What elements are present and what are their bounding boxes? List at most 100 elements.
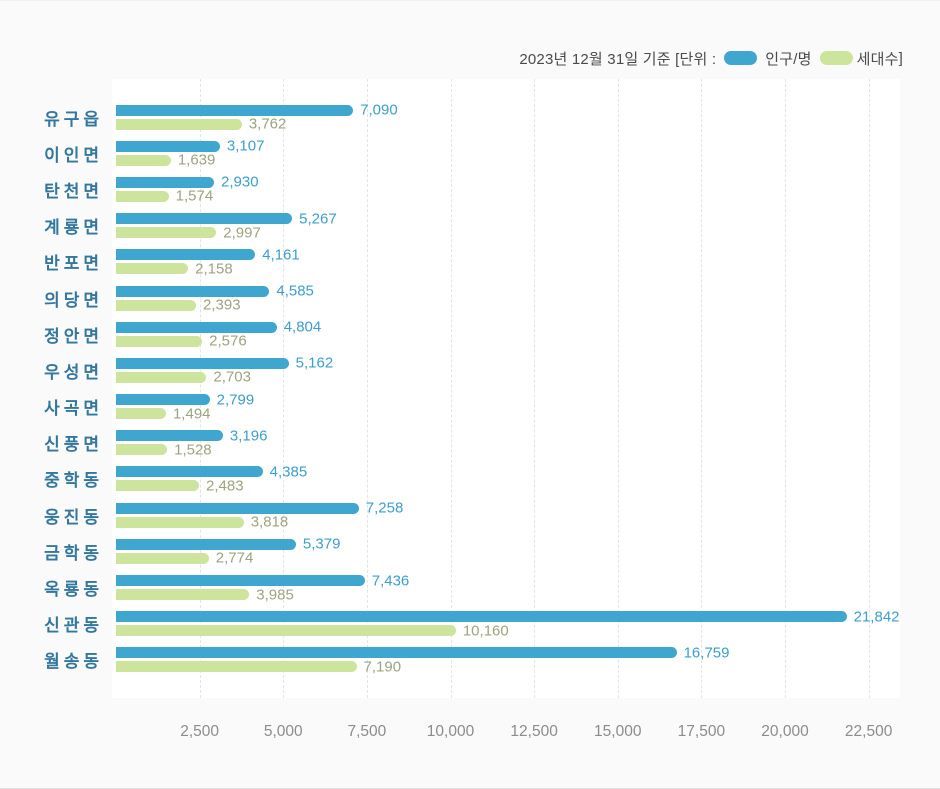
table-row: 21,842 10,160 [116,606,900,642]
households-bar[interactable]: 3,985 [116,589,249,600]
households-bar[interactable]: 2,997 [116,227,216,238]
category-label: 탄천면 [0,171,112,207]
population-bar[interactable]: 3,196 [116,430,223,441]
bar-rows: 7,0903,7623,1071,6392,9301,5745,2672,997… [116,99,900,678]
category-label: 웅진동 [0,497,112,533]
category-label: 우성면 [0,352,112,388]
households-bar[interactable]: 2,703 [116,372,206,383]
households-value: 2,483 [206,478,244,493]
households-value: 2,393 [203,298,241,313]
households-bar[interactable]: 3,762 [116,119,242,130]
table-row: 7,4363,985 [116,569,900,605]
households-bar[interactable]: 3,818 [116,517,244,528]
households-value: 3,762 [249,117,287,132]
households-bar[interactable]: 2,576 [116,336,202,347]
population-bar[interactable]: 21,842 [116,611,847,622]
population-value: 4,161 [262,247,300,262]
table-row: 2,7991,494 [116,389,900,425]
households-value: 7,190 [364,659,402,674]
table-row: 4,5852,393 [116,280,900,316]
households-bar[interactable]: 1,494 [116,408,166,419]
households-bar[interactable]: 1,528 [116,444,167,455]
population-value: 5,267 [299,211,337,226]
category-label: 반포면 [0,244,112,280]
category-label: 정안면 [0,316,112,352]
x-tick-label: 15,000 [594,723,641,741]
population-bar[interactable]: 5,162 [116,358,289,369]
households-bar[interactable]: 2,774 [116,553,209,564]
table-row: 3,107 1,639 [116,135,900,171]
households-value: 3,985 [256,587,294,602]
population-bar[interactable]: 2,799 [116,394,210,405]
legend-pill-households [820,51,853,65]
population-bar[interactable]: 7,090 [116,105,353,116]
table-row: 16,7597,190 [116,642,900,678]
legend-label-households: 세대수 [857,48,899,69]
households-bar[interactable]: 7,190 [116,661,357,672]
category-label: 계룡면 [0,208,112,244]
x-axis: 2,5005,0007,50010,00012,50015,00017,5002… [116,723,900,745]
table-row: 2,9301,574 [116,171,900,207]
households-bar[interactable]: 2,393 [116,300,196,311]
households-value: 2,158 [195,261,233,276]
households-bar[interactable]: 1,639 [116,155,171,166]
households-value: 1,574 [176,189,214,204]
population-bar[interactable]: 4,385 [116,466,263,477]
population-bar[interactable]: 3,107 [116,141,220,152]
x-tick-label: 2,500 [180,723,219,741]
population-bar[interactable]: 5,379 [116,539,296,550]
population-bar[interactable]: 5,267 [116,213,292,224]
population-value: 5,379 [303,537,341,552]
category-label: 월송동 [0,642,112,678]
population-value: 2,799 [217,392,255,407]
population-bar[interactable]: 2,930 [116,177,214,188]
households-value: 3,818 [251,515,289,530]
population-bar[interactable]: 4,804 [116,322,277,333]
category-label: 이인면 [0,135,112,171]
population-value: 7,090 [360,103,398,118]
header-bracket-close: ] [899,50,903,67]
plot-area: 7,0903,7623,1071,6392,9301,5745,2672,997… [112,79,900,698]
population-value: 5,162 [296,356,334,371]
category-label: 사곡면 [0,389,112,425]
population-value: 3,107 [227,139,265,154]
x-tick-label: 17,500 [678,723,725,741]
legend-pill-population [724,51,757,65]
population-bar[interactable]: 4,161 [116,249,255,260]
category-label: 신풍면 [0,425,112,461]
population-value: 3,196 [230,428,268,443]
households-value: 2,774 [216,551,254,566]
table-row: 7,2583,818 [116,497,900,533]
households-bar[interactable]: 2,483 [116,480,199,491]
households-value: 2,703 [213,370,251,385]
x-tick-label: 7,500 [347,723,386,741]
population-value: 16,759 [684,645,730,660]
households-value: 2,576 [209,334,247,349]
legend-label-population: 인구/명 [765,48,811,69]
table-row: 4,8042,576 [116,316,900,352]
table-row: 4,1612,158 [116,244,900,280]
population-bar[interactable]: 4,585 [116,286,269,297]
table-row: 4,3852,483 [116,461,900,497]
population-value: 4,804 [284,320,322,335]
households-bar[interactable]: 1,574 [116,191,169,202]
households-value: 1,494 [173,406,211,421]
population-value: 21,842 [854,609,900,624]
households-bar[interactable]: 2,158 [116,263,188,274]
table-row: 3,1961,528 [116,425,900,461]
population-value: 7,258 [366,501,404,516]
category-label: 신관동 [0,606,112,642]
x-tick-label: 22,500 [845,723,892,741]
x-tick-label: 12,500 [510,723,557,741]
households-value: 1,528 [174,442,212,457]
population-bar[interactable]: 16,759 [116,647,677,658]
population-bar[interactable]: 7,436 [116,575,365,586]
category-label: 의당면 [0,280,112,316]
population-value: 2,930 [221,175,259,190]
table-row: 5,1622,703 [116,352,900,388]
x-tick-label: 5,000 [264,723,303,741]
category-label: 금학동 [0,533,112,569]
households-bar[interactable]: 10,160 [116,625,456,636]
table-row: 5,3792,774 [116,533,900,569]
population-bar[interactable]: 7,258 [116,503,359,514]
